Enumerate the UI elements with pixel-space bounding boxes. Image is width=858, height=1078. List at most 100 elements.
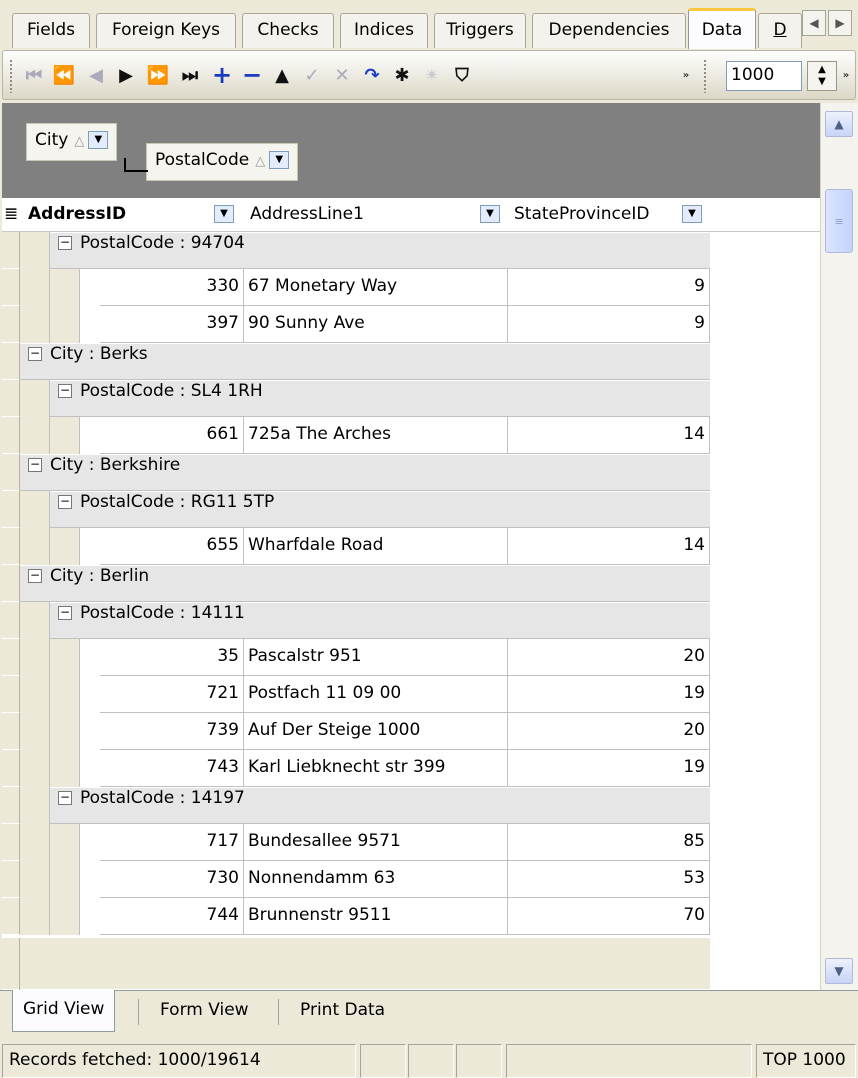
vertical-scrollbar[interactable]: ▲ ≡ ▼ (820, 103, 858, 990)
row-indicator[interactable] (2, 565, 20, 602)
table-row[interactable]: 35 Pascalstr 951 20 (100, 639, 710, 676)
first-record-icon[interactable]: ⏮ (21, 61, 47, 89)
row-indicator[interactable] (2, 269, 20, 306)
row-indicator[interactable] (2, 454, 20, 491)
post-icon[interactable]: ✓ (299, 61, 325, 89)
cell-addressid[interactable]: 655 (100, 528, 244, 565)
column-filter-icon[interactable]: ▼ (682, 205, 702, 223)
collapse-icon[interactable]: − (28, 347, 42, 361)
scroll-up-icon[interactable]: ▲ (825, 111, 853, 137)
cell-stateprovinceid[interactable]: 53 (508, 861, 710, 898)
toolbar-grip[interactable] (703, 59, 707, 93)
table-row[interactable]: 743 Karl Liebknecht str 399 19 (100, 750, 710, 787)
cell-addressline1[interactable]: 90 Sunny Ave (244, 306, 508, 343)
cell-addressid[interactable]: 739 (100, 713, 244, 750)
cell-addressline1[interactable]: 67 Monetary Way (244, 269, 508, 306)
cell-addressline1[interactable]: Auf Der Steige 1000 (244, 713, 508, 750)
row-indicator[interactable] (2, 306, 20, 343)
delete-icon[interactable]: − (239, 61, 265, 89)
group-row-city[interactable]: − City : Berkshire (20, 454, 710, 491)
collapse-icon[interactable]: − (28, 569, 42, 583)
cell-stateprovinceid[interactable]: 14 (508, 417, 710, 454)
prior-record-icon[interactable]: ◀ (83, 61, 109, 89)
table-row[interactable]: 730 Nonnendamm 63 53 (100, 861, 710, 898)
column-header-addressid[interactable]: AddressID ▼ (24, 198, 246, 232)
spin-down-icon[interactable]: ▼ (818, 76, 826, 88)
tab-d[interactable]: D (758, 13, 802, 48)
collapse-icon[interactable]: − (58, 791, 72, 805)
cell-addressline1[interactable]: Pascalstr 951 (244, 639, 508, 676)
tab-checks[interactable]: Checks (242, 13, 334, 48)
table-row[interactable]: 397 90 Sunny Ave 9 (100, 306, 710, 343)
goto-bookmark-icon[interactable]: ✴ (419, 61, 445, 89)
collapse-icon[interactable]: − (58, 236, 72, 250)
tab-indices[interactable]: Indices (340, 13, 428, 48)
row-indicator[interactable] (2, 787, 20, 824)
cell-addressid[interactable]: 661 (100, 417, 244, 454)
row-indicator[interactable] (2, 676, 20, 713)
toolbar-overflow-icon[interactable]: » (839, 61, 853, 89)
cell-addressid[interactable]: 35 (100, 639, 244, 676)
cell-addressid[interactable]: 330 (100, 269, 244, 306)
bookmark-icon[interactable]: ✱ (389, 61, 415, 89)
column-chooser-icon[interactable]: ≣ (2, 198, 24, 232)
cell-addressid[interactable]: 397 (100, 306, 244, 343)
cell-stateprovinceid[interactable]: 9 (508, 269, 710, 306)
row-indicator[interactable] (2, 824, 20, 861)
next-page-icon[interactable]: ⏩ (145, 61, 171, 89)
row-indicator[interactable] (2, 491, 20, 528)
row-indicator[interactable] (2, 528, 20, 565)
table-row[interactable]: 717 Bundesallee 9571 85 (100, 824, 710, 861)
column-header-stateprovinceid[interactable]: StateProvinceID ▼ (510, 198, 710, 232)
cell-stateprovinceid[interactable]: 20 (508, 713, 710, 750)
cell-addressline1[interactable]: Karl Liebknecht str 399 (244, 750, 508, 787)
cell-addressline1[interactable]: Bundesallee 9571 (244, 824, 508, 861)
refresh-icon[interactable]: ↷ (359, 61, 385, 89)
cell-addressline1[interactable]: Wharfdale Road (244, 528, 508, 565)
cell-stateprovinceid[interactable]: 20 (508, 639, 710, 676)
collapse-icon[interactable]: − (58, 495, 72, 509)
toolbar-overflow-icon[interactable]: » (679, 61, 693, 89)
tab-scroll-right-icon[interactable]: ▶ (828, 10, 852, 36)
next-record-icon[interactable]: ▶ (113, 61, 139, 89)
cell-addressline1[interactable]: Brunnenstr 9511 (244, 898, 508, 935)
group-row-postalcode[interactable]: − PostalCode : SL4 1RH (50, 380, 710, 417)
toolbar-grip[interactable] (9, 59, 13, 93)
insert-icon[interactable]: + (209, 61, 235, 89)
table-row[interactable]: 721 Postfach 11 09 00 19 (100, 676, 710, 713)
column-filter-icon[interactable]: ▼ (214, 205, 234, 223)
scroll-thumb[interactable]: ≡ (825, 189, 853, 253)
cell-stateprovinceid[interactable]: 14 (508, 528, 710, 565)
row-indicator[interactable] (2, 861, 20, 898)
group-row-postalcode[interactable]: − PostalCode : 94704 (50, 232, 710, 269)
cancel-icon[interactable]: ✕ (329, 61, 355, 89)
tab-grid-view[interactable]: Grid View (12, 990, 116, 1032)
row-indicator[interactable] (2, 639, 20, 676)
table-row[interactable]: 744 Brunnenstr 9511 70 (100, 898, 710, 935)
cell-stateprovinceid[interactable]: 19 (508, 750, 710, 787)
cell-stateprovinceid[interactable]: 19 (508, 676, 710, 713)
cell-addressid[interactable]: 721 (100, 676, 244, 713)
row-indicator[interactable] (2, 750, 20, 787)
tab-data[interactable]: Data (688, 8, 756, 49)
group-dropdown-icon[interactable]: ▼ (88, 131, 109, 149)
tab-fields[interactable]: Fields (12, 13, 90, 48)
collapse-icon[interactable]: − (58, 384, 72, 398)
cell-stateprovinceid[interactable]: 9 (508, 306, 710, 343)
tab-form-view[interactable]: Form View (150, 991, 259, 1031)
group-box-postalcode[interactable]: PostalCode △ ▼ (146, 143, 299, 181)
table-row[interactable]: 661 725a The Arches 14 (100, 417, 710, 454)
group-row-postalcode[interactable]: − PostalCode : 14111 (50, 602, 710, 639)
edit-icon[interactable]: ▲ (269, 61, 295, 89)
scroll-down-icon[interactable]: ▼ (825, 958, 853, 984)
spin-up-icon[interactable]: ▲ (818, 64, 826, 76)
cell-addressline1[interactable]: 725a The Arches (244, 417, 508, 454)
cell-addressline1[interactable]: Postfach 11 09 00 (244, 676, 508, 713)
tab-scroll-left-icon[interactable]: ◀ (802, 10, 826, 36)
collapse-icon[interactable]: − (28, 458, 42, 472)
collapse-icon[interactable]: − (58, 606, 72, 620)
row-indicator[interactable] (2, 898, 20, 935)
group-dropdown-icon[interactable]: ▼ (269, 151, 290, 169)
cell-addressid[interactable]: 730 (100, 861, 244, 898)
group-row-city[interactable]: − City : Berlin (20, 565, 710, 602)
